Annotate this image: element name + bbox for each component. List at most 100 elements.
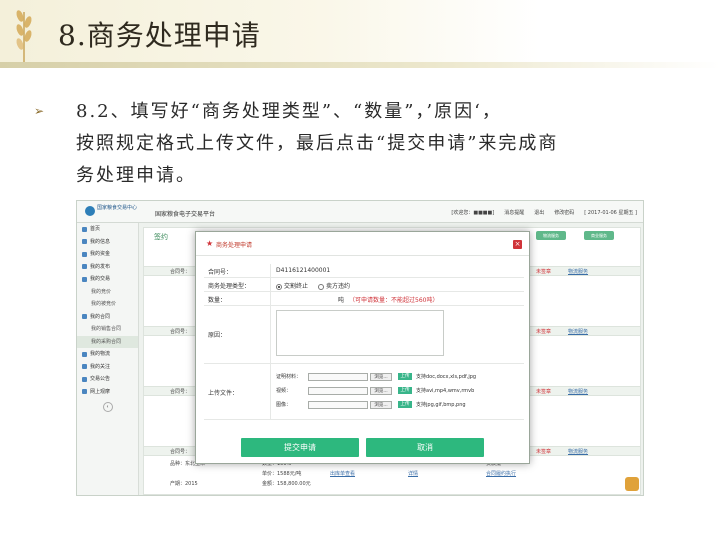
logistics-link[interactable]: 物流服务 — [568, 268, 588, 275]
radio-seller-default[interactable]: 卖方违约 — [317, 283, 350, 290]
proof-file-input[interactable] — [308, 372, 368, 381]
image-upload-button[interactable]: 上传 — [398, 401, 412, 408]
logout-link[interactable]: 退出 — [534, 209, 544, 216]
sidebar-item[interactable]: 我的关注 — [77, 361, 138, 374]
sidebar-item[interactable]: 我的交易 — [77, 273, 138, 286]
slide-title: 8.商务处理申请 — [58, 19, 261, 52]
logistics-link[interactable]: 物流服务 — [568, 328, 588, 335]
sidebar-item[interactable]: 我的资金 — [77, 248, 138, 261]
collapse-icon[interactable]: ‹ — [102, 402, 113, 412]
upload-image-label: 图像： — [276, 402, 292, 408]
menu-icon — [82, 376, 87, 382]
tab-sign[interactable]: 签约 — [154, 232, 168, 242]
video-file-input[interactable] — [308, 386, 368, 395]
contract-label: 合同号： — [170, 269, 191, 275]
message-link[interactable]: 消息提醒 — [504, 209, 524, 216]
logistics-link[interactable]: 物流服务 — [568, 388, 588, 395]
logistics-link[interactable]: 物流服务 — [568, 448, 588, 455]
menu-icon — [82, 364, 87, 370]
proof-format-hint: 支持doc,docx,xls,pdf,jpg — [416, 374, 477, 380]
field-divider — [270, 306, 271, 363]
upload-row: 上传文件： 证明材料： 浏览... 上传 支持doc,docx,xls,pdf,… — [204, 364, 524, 420]
sidebar-item[interactable]: 我的信息 — [77, 236, 138, 249]
dialog-header: ★ 商务处理申请 × — [196, 232, 529, 256]
dialog-title: 商务处理申请 — [216, 242, 253, 249]
field-divider — [270, 264, 271, 277]
dialog-footer: 提交申请 取消 — [196, 430, 529, 464]
sidebar-item-label: 网上观摩 — [90, 388, 111, 395]
sidebar-item[interactable]: 我的物流 — [77, 348, 138, 361]
radio-unchecked-icon[interactable] — [317, 283, 324, 290]
chat-icon[interactable] — [625, 477, 639, 491]
logo-icon — [85, 206, 95, 216]
quantity-label: 数量： — [208, 297, 227, 304]
sidebar-item[interactable]: 首页 — [77, 223, 138, 236]
close-button[interactable]: × — [513, 240, 522, 249]
wheat-icon — [16, 10, 32, 66]
submit-request-button[interactable]: 提交申请 — [241, 438, 359, 457]
star-icon: ★ — [206, 239, 214, 248]
sidebar-item[interactable]: 我的发布 — [77, 261, 138, 274]
reason-textarea[interactable] — [276, 310, 444, 356]
sidebar-item[interactable]: 我的合同 — [77, 311, 138, 324]
contract-label: 合同号： — [170, 449, 191, 455]
proof-upload-button[interactable]: 上传 — [398, 373, 412, 380]
menu-icon — [82, 239, 87, 245]
bullet-line: 8.2、填写好“商务处理类型”、“数量”，’原因‘， — [76, 101, 502, 122]
sidebar-item[interactable]: 我的竞价 — [77, 286, 138, 299]
upload-proof: 证明材料： 浏览... 上传 支持doc,docx,xls,pdf,jpg — [276, 372, 476, 381]
sidebar-item[interactable]: 我的采购合同 — [77, 335, 138, 348]
field-divider — [270, 292, 271, 305]
logistics-button[interactable]: 物流服务 — [536, 231, 566, 240]
contract-exec-link[interactable]: 合同履约执行 — [486, 470, 516, 477]
quantity-unit: 吨 — [338, 297, 345, 304]
image-file-input[interactable] — [308, 400, 368, 409]
header-divider — [0, 62, 720, 68]
date-text: [ 2017-01-06 星期五 ] — [584, 210, 637, 216]
sidebar-item-label: 我的物流 — [90, 351, 111, 357]
sidebar-item-label: 我的信息 — [90, 238, 111, 245]
type-label: 商务处理类型： — [208, 283, 251, 290]
menu-icon — [82, 264, 87, 270]
reason-label: 原因： — [208, 332, 227, 339]
image-browse-button[interactable]: 浏览... — [370, 400, 392, 409]
status-badge: 未签章 — [536, 389, 552, 395]
sidebar-item-label: 我的关注 — [90, 363, 111, 370]
amount-text: 金额：158,800.00元 — [262, 481, 311, 487]
sidebar-item[interactable]: 我的被竞价 — [77, 298, 138, 311]
sidebar-item-label: 我的资金 — [90, 251, 111, 257]
sidebar-item[interactable]: 我的销售合同 — [77, 323, 138, 336]
app-top-bar: 国家粮食交易中心 国家粮食电子交易平台 [欢迎您：■■■■] 消息提醒 退出 修… — [77, 201, 643, 223]
bullet-line: 按照规定格式上传文件，最后点击“提交申请”来完成商 — [76, 133, 559, 154]
field-divider — [270, 278, 271, 291]
radio-terminate[interactable]: 交割终止 — [276, 283, 308, 290]
cancel-button[interactable]: 取消 — [366, 438, 484, 457]
video-upload-button[interactable]: 上传 — [398, 387, 412, 394]
sidebar-item-label: 我的被竞价 — [91, 301, 117, 307]
image-format-hint: 支持jpg,gif,bmp,png — [416, 402, 466, 408]
menu-icon — [82, 226, 87, 232]
sidebar: 首页我的信息我的资金我的发布我的交易我的竞价我的被竞价我的合同 我的销售合同 我的采… — [77, 223, 139, 495]
video-browse-button[interactable]: 浏览... — [370, 386, 392, 395]
platform-name: 国家粮食电子交易平台 — [155, 211, 216, 218]
menu-icon — [82, 276, 87, 282]
sidebar-item-label: 我的交易 — [90, 276, 111, 282]
detail-link[interactable]: 详情 — [408, 470, 418, 477]
price-text: 单价：1588元/吨 — [262, 471, 302, 477]
menu-icon — [82, 351, 87, 357]
sidebar-item-label: 我的发布 — [90, 263, 111, 270]
proof-browse-button[interactable]: 浏览... — [370, 372, 392, 381]
upload-label: 上传文件： — [208, 390, 239, 397]
radio-label: 卖方违约 — [325, 283, 350, 290]
bullet-text: 8.2、填写好“商务处理类型”、“数量”，’原因‘， 按照规定格式上传文件，最后… — [76, 96, 694, 192]
outbound-link[interactable]: 出库单查看 — [330, 470, 355, 477]
radio-checked-icon[interactable] — [276, 283, 282, 290]
change-password-link[interactable]: 修改密码 — [554, 209, 574, 216]
commerce-button[interactable]: 商业服务 — [584, 231, 614, 240]
sidebar-item[interactable]: 网上观摩 — [77, 386, 138, 399]
sidebar-item[interactable]: 交易公告 — [77, 373, 138, 386]
menu-icon — [82, 314, 87, 320]
upload-video: 视频： 浏览... 上传 支持avi,mp4,wmv,rmvb — [276, 386, 474, 395]
sidebar-item-label: 我的竞价 — [91, 288, 112, 295]
contract-label: 合同号： — [170, 389, 191, 395]
